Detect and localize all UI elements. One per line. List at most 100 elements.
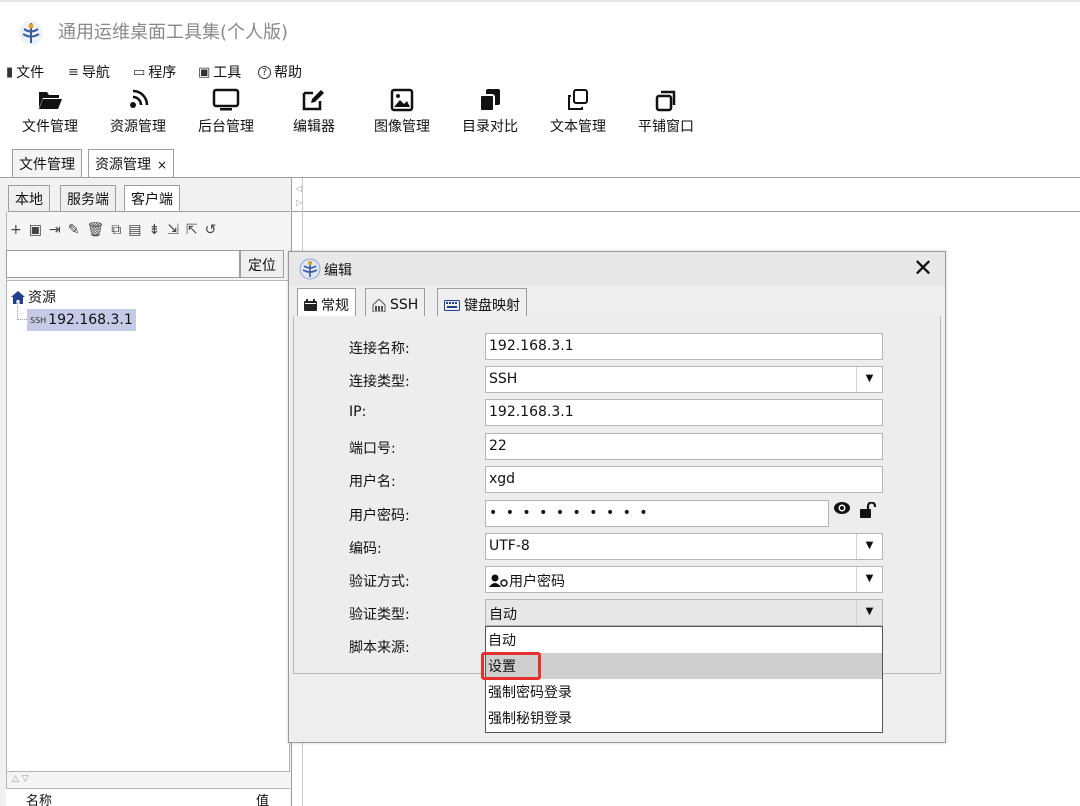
- toolbar-resource-manager[interactable]: 资源管理: [98, 84, 178, 136]
- column-value: 值: [256, 794, 270, 806]
- program-icon: ▭: [133, 64, 146, 80]
- label-username: 用户名:: [349, 474, 396, 490]
- label-script-source: 脚本来源:: [349, 640, 410, 656]
- label-ip: IP:: [349, 404, 367, 420]
- locate-button[interactable]: 定位: [240, 250, 284, 278]
- highlight-annotation: [481, 652, 541, 680]
- tree-branch-line: [17, 303, 27, 320]
- signal-icon: [130, 89, 149, 108]
- menu-bar: ▮ 文件 ≡ 导航 ▭ 程序 ▣ 工具 ? 帮助: [0, 58, 1080, 84]
- right-tab-bar: ◁ ▷: [292, 178, 1080, 212]
- menu-tools[interactable]: ▣ 工具: [198, 62, 241, 82]
- close-icon[interactable]: ✕: [913, 254, 933, 282]
- edit-icon[interactable]: ✎: [68, 222, 80, 238]
- refresh-icon[interactable]: ↺: [205, 222, 217, 238]
- ip-input[interactable]: 192.168.3.1: [485, 399, 883, 426]
- title-bar: 通用运维桌面工具集(个人版): [0, 0, 1080, 58]
- tab-local[interactable]: 本地: [8, 185, 50, 211]
- toolbar-backend-manager[interactable]: 后台管理: [186, 84, 266, 136]
- label-encoding: 编码:: [349, 541, 382, 557]
- tab-server[interactable]: 服务端: [60, 185, 116, 211]
- copy-icon[interactable]: ⧉: [111, 222, 121, 238]
- add-icon[interactable]: +: [10, 222, 22, 238]
- port-input[interactable]: 22: [485, 433, 883, 460]
- label-port: 端口号:: [349, 441, 396, 457]
- username-input[interactable]: xgd: [485, 466, 883, 493]
- help-icon: ?: [258, 65, 271, 79]
- nav-icon: ≡: [68, 64, 79, 80]
- connection-type-select[interactable]: SSH ▼: [485, 366, 883, 393]
- option-settings[interactable]: 设置: [486, 653, 882, 679]
- menu-help[interactable]: ? 帮助: [258, 62, 302, 82]
- label-auth-method: 验证方式:: [349, 574, 410, 590]
- tab-ssh[interactable]: SSH: [365, 288, 426, 316]
- chevron-down-icon: ▼: [856, 600, 882, 625]
- chevron-down-icon: ▼: [856, 534, 882, 559]
- toolbar-image-manager[interactable]: 图像管理: [362, 84, 442, 136]
- doc-tab-resource-manager[interactable]: 资源管理 ×: [88, 149, 175, 177]
- label-connection-type: 连接类型:: [349, 374, 410, 390]
- auth-type-select[interactable]: 自动 ▼: [485, 599, 883, 626]
- toolbar-editor[interactable]: 编辑器: [274, 84, 354, 136]
- edit-dialog: 编辑 ✕ 常规 SSH 键盘映射 连接名称: 192.168.3.1 连接类型:…: [288, 251, 946, 743]
- encoding-select[interactable]: UTF-8 ▼: [485, 533, 883, 560]
- toolbar-tile-windows[interactable]: 平铺窗口: [626, 84, 706, 136]
- clone-icon: [568, 89, 588, 110]
- search-input[interactable]: [6, 250, 240, 278]
- property-table-header: 名称 值: [6, 788, 290, 806]
- share-icon[interactable]: ⇱: [186, 222, 198, 238]
- option-force-password[interactable]: 强制密码登录: [486, 679, 882, 705]
- file-icon: ▮: [6, 64, 14, 80]
- calendar-icon: [304, 299, 317, 311]
- toolbar-file-manager[interactable]: 文件管理: [10, 84, 90, 136]
- dialog-title: 编辑: [324, 263, 352, 279]
- folder-open-icon: [39, 92, 62, 109]
- export-icon[interactable]: ⇲: [167, 222, 179, 238]
- main-toolbar: 文件管理 资源管理 后台管理 编辑器 图像管理 目录对比 文本管理 平铺窗口: [0, 84, 1080, 146]
- import-icon[interactable]: ⇥: [49, 222, 61, 238]
- paste-icon[interactable]: ▤: [128, 222, 141, 238]
- label-connection-name: 连接名称:: [349, 341, 410, 357]
- auth-method-select[interactable]: 用户密码 ▼: [485, 566, 883, 593]
- menu-nav[interactable]: ≡ 导航: [68, 62, 110, 82]
- delete-icon[interactable]: 🗑: [86, 222, 104, 238]
- new-folder-icon[interactable]: ▣: [29, 222, 42, 238]
- dialog-header: 编辑 ✕: [289, 252, 945, 286]
- doc-tab-file-manager[interactable]: 文件管理: [12, 149, 82, 177]
- auth-type-dropdown: 自动 设置 强制密码登录 强制秘钥登录: [485, 626, 883, 733]
- column-name: 名称: [26, 794, 53, 806]
- scroll-arrows-icon[interactable]: △ ▽: [12, 774, 29, 784]
- user-key-icon: [489, 574, 508, 587]
- label-auth-type: 验证类型:: [349, 607, 410, 623]
- monitor-icon: [212, 88, 240, 111]
- tools-icon: ▣: [198, 64, 211, 80]
- app-logo-icon: [19, 21, 43, 45]
- left-action-toolbar: + ▣ ⇥ ✎ 🗑 ⧉ ▤ ⇟ ⇲ ⇱ ↺: [10, 218, 280, 242]
- toolbar-text-manager[interactable]: 文本管理: [538, 84, 618, 136]
- unlock-icon[interactable]: [859, 502, 877, 518]
- tab-client[interactable]: 客户端: [124, 185, 180, 211]
- tab-keymap[interactable]: 键盘映射: [437, 288, 527, 316]
- label-password: 用户密码:: [349, 508, 410, 524]
- menu-program[interactable]: ▭ 程序: [133, 62, 176, 82]
- copy-icon: [479, 89, 500, 112]
- move-down-icon[interactable]: ⇟: [148, 222, 160, 238]
- connection-name-input[interactable]: 192.168.3.1: [485, 333, 883, 360]
- ssh-icon: [372, 298, 386, 312]
- resource-left-panel: 本地 服务端 客户端 + ▣ ⇥ ✎ 🗑 ⧉ ▤ ⇟ ⇲ ⇱ ↺ 定位 资源 S…: [0, 178, 292, 806]
- option-force-key[interactable]: 强制秘钥登录: [486, 705, 882, 731]
- option-auto[interactable]: 自动: [486, 627, 882, 653]
- edit-icon: [302, 90, 324, 111]
- toolbar-dir-compare[interactable]: 目录对比: [450, 84, 530, 136]
- resource-tree: 资源 SSH 192.168.3.1: [6, 280, 290, 772]
- chevron-down-icon: ▼: [856, 367, 882, 392]
- tab-general[interactable]: 常规: [297, 288, 356, 316]
- eye-icon[interactable]: [833, 501, 851, 515]
- keyboard-icon: [444, 299, 460, 311]
- tab-close-icon[interactable]: ×: [157, 158, 167, 172]
- menu-file[interactable]: ▮ 文件: [6, 62, 44, 82]
- app-logo-icon: [299, 258, 321, 280]
- window-title: 通用运维桌面工具集(个人版): [58, 22, 289, 43]
- password-input[interactable]: • • • • • • • • • •: [485, 500, 829, 527]
- tree-node-connection[interactable]: SSH 192.168.3.1: [27, 309, 136, 331]
